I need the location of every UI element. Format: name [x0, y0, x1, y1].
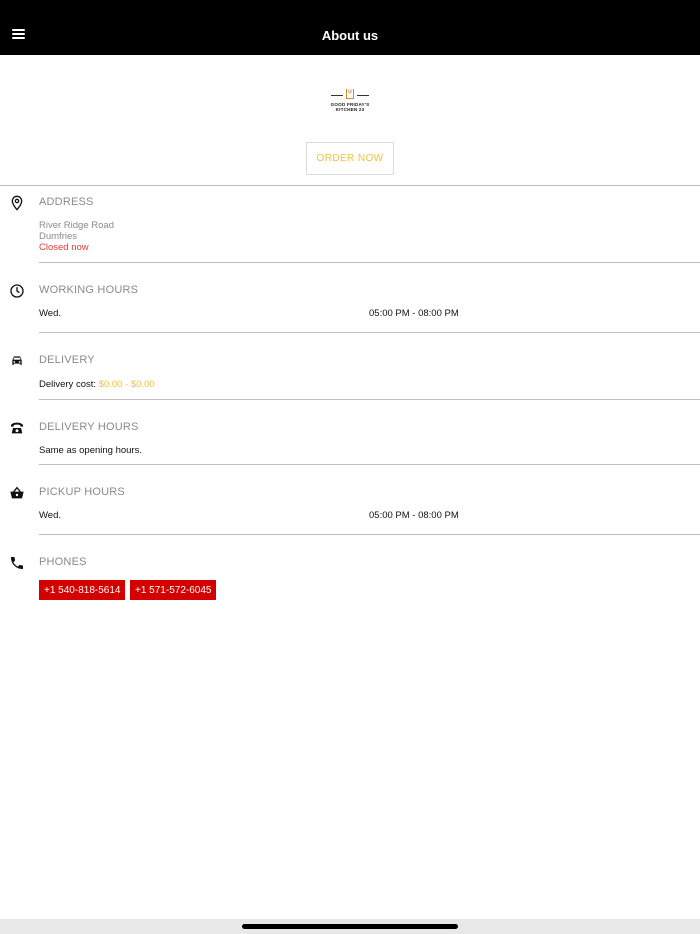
location-pin-icon — [11, 195, 23, 211]
divider — [39, 534, 700, 535]
phone-number-button[interactable]: +1 571-572-6045 — [130, 580, 217, 600]
divider — [39, 399, 700, 400]
telephone-icon — [11, 422, 23, 434]
address-line-1: River Ridge Road — [39, 220, 114, 231]
divider — [39, 332, 700, 333]
delivery-hours-title: DELIVERY HOURS — [39, 421, 139, 433]
pickup-day: Wed. — [39, 510, 62, 521]
phones-title: PHONES — [39, 556, 87, 568]
restaurant-logo: Ψ GOOD FRIDAY'S KITCHEN 23 — [330, 89, 370, 112]
top-bar: About us — [0, 0, 700, 55]
phone-handset-icon — [11, 557, 23, 569]
address-title: ADDRESS — [39, 196, 94, 208]
working-time: 05:00 PM - 08:00 PM — [369, 308, 459, 319]
divider — [39, 262, 700, 263]
delivery-title: DELIVERY — [39, 354, 95, 366]
delivery-hours-text: Same as opening hours. — [39, 445, 142, 456]
delivery-cost: Delivery cost: $0.00 - $0.00 — [39, 379, 155, 390]
address-line-2: Dumfries — [39, 231, 78, 242]
delivery-cost-value: $0.00 - $0.00 — [98, 379, 155, 390]
open-status: Closed now — [39, 242, 89, 253]
pickup-hours-title: PICKUP HOURS — [39, 486, 125, 498]
divider — [39, 464, 700, 465]
basket-icon — [10, 486, 24, 499]
working-hours-title: WORKING HOURS — [39, 284, 139, 296]
pickup-time: 05:00 PM - 08:00 PM — [369, 510, 459, 521]
clock-icon — [10, 284, 24, 298]
page-title: About us — [321, 28, 379, 43]
home-indicator[interactable] — [242, 924, 458, 929]
divider — [0, 185, 700, 186]
working-day: Wed. — [39, 308, 62, 319]
car-icon — [12, 356, 22, 365]
order-now-button[interactable]: ORDER NOW — [306, 142, 394, 175]
phone-number-button[interactable]: +1 540-818-5614 — [39, 580, 126, 600]
